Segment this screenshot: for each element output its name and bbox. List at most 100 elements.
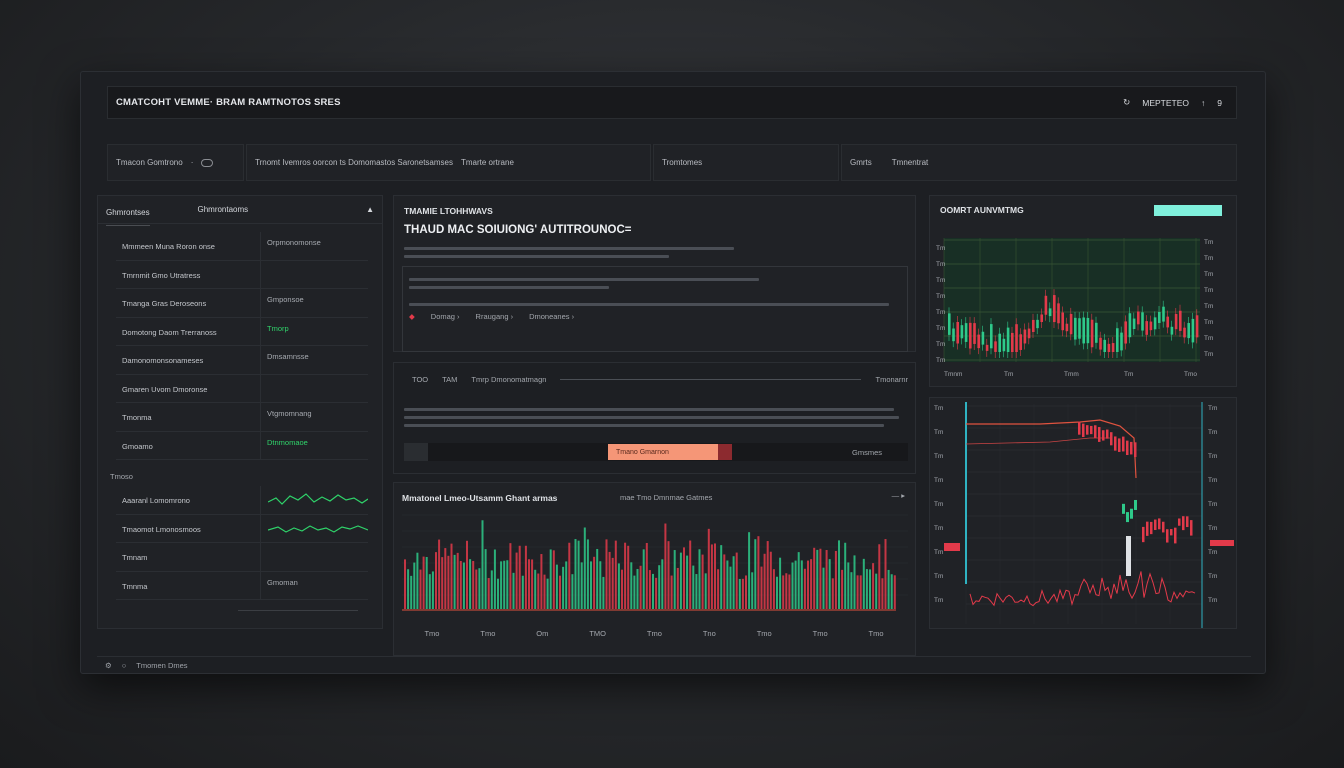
volume-bar [593,556,596,609]
candle-body [1130,508,1133,519]
list-item[interactable]: Tmnam [116,543,368,572]
up-arrow-icon[interactable]: ↑ [1201,98,1205,108]
volume-bar [537,573,540,609]
search-bar[interactable]: Tmano Gmarnon Gmsmes [404,443,908,461]
left-panel-header: Ghmrontses Ghmrontaoms ▲ [98,196,382,226]
y-tick-label: Tm [1204,335,1213,342]
collapse-icon[interactable]: ▲ [366,205,374,214]
candle-body [1095,322,1098,343]
item-value [261,375,368,403]
volume-bar [735,552,738,609]
tab-primary[interactable]: Ghmrontses [106,208,150,226]
volume-bar [803,568,806,609]
volume-bar [838,540,840,609]
volume-bar [720,545,723,609]
subnav-cell-3[interactable]: Tromtomes [653,144,839,181]
toggle-icon[interactable] [201,158,214,167]
action-link[interactable]: Dmoneanes › [529,312,574,321]
candle-body [1182,516,1185,531]
list-item[interactable]: Gmaren Uvom Dmoronse [116,374,368,403]
y-tick-label: Tm [1208,525,1217,532]
notification-count: 9 [1217,97,1222,108]
volume-bar [754,539,757,609]
volume-bar [689,540,692,609]
x-tick-label: TMO [589,629,606,638]
y-tick-label: Tm [1208,477,1217,484]
range-slider[interactable] [560,379,862,380]
highlight-chip[interactable]: Tmano Gmarnon [608,444,718,460]
user-label[interactable]: MEPTETEO [1142,98,1189,108]
volume-bar [658,565,661,609]
candle-body [1190,520,1193,536]
filter-label[interactable]: TOO [412,375,428,384]
subnav-cell-1[interactable]: Tmacon Gomtrono · [107,144,244,181]
volume-bar [794,560,797,609]
refresh-icon[interactable]: ↻ [1123,97,1130,108]
subnav-label: Tmarte ortrane [461,158,514,167]
candle-body [1040,314,1043,323]
volume-bar [568,542,571,609]
volume-bar [865,569,868,609]
live-indicator[interactable] [1154,205,1222,216]
marker [1210,540,1234,546]
tab-secondary[interactable]: Ghmrontaoms [197,205,248,214]
candle-body [981,331,985,345]
volume-bar [549,549,552,609]
candle-body [969,322,972,349]
volume-bar [828,559,831,609]
list-item[interactable]: Tmrnmit Gmo Utratress [116,260,368,289]
volume-bar [490,570,493,609]
volume-bar [422,556,425,609]
volume-bar [776,576,778,609]
list-item[interactable]: Mmmeen Muna Roron onse Orpmonomonse [116,232,368,261]
y-tick-label: Tm [1208,573,1217,580]
volume-bar [596,548,599,609]
candle-body [960,325,964,339]
list-item[interactable]: Domotong Daom Trerranoss Tmorp [116,317,368,346]
action-link[interactable]: Domag › [431,312,460,321]
x-tick-label: Tno [702,629,716,638]
candle-body [1061,312,1064,331]
item-label: Gmoamo [116,431,261,459]
list-item[interactable]: Gmoamo Dtnmomaoe [116,431,368,460]
x-tick-label: Tmnm [944,371,962,378]
breadcrumb: TMAMIE LTOHHWAVS [404,206,493,216]
y-tick-label: Tm [1208,501,1217,508]
volume-bar [887,569,890,609]
subnav-cell-4[interactable]: Gmrts Tmnentrat [841,144,1237,181]
volume-bar [841,569,844,609]
y-tick-label: Tm [1208,429,1217,436]
y-tick-label: Tm [936,245,945,252]
item-label: Tmnam [116,543,261,571]
candle-body [1057,303,1060,324]
candle-body [1120,332,1123,351]
x-axis-labels: Tmo Tmo Om TMO Tmo Tno Tmo Tmo Tmo [404,629,904,638]
settings-icon[interactable]: ⚙ [105,661,112,670]
volume-bar [797,552,800,609]
status-label: Tmomen Dmes [136,661,188,670]
volume-bar [630,562,633,609]
y-tick-label: Tm [934,453,943,460]
volume-bar [509,543,512,609]
candle-body [1126,512,1129,523]
filter-label[interactable]: Tmonarnr [875,375,908,384]
volume-bar [472,560,475,609]
subnav-cell-2[interactable]: Trnomt Ivemros oorcon ts Domomastos Saro… [246,144,651,181]
list-item[interactable]: Tmnma Gmoman [116,571,368,600]
volume-bar [800,560,803,609]
dot-icon: · [190,158,194,167]
candle-body [1166,529,1169,543]
filter-label[interactable]: TAM [442,375,457,384]
list-item[interactable]: Damonomonsonameses Dmsamnsse [116,346,368,375]
filter-label[interactable]: Tmrp Dmonomatmagn [471,375,546,384]
list-item[interactable]: Tmanga Gras Deroseons Gmponsoe [116,289,368,318]
item-label: Damonomonsonameses [116,346,261,374]
action-link[interactable]: Rraugang › [476,312,514,321]
volume-bar [692,565,695,609]
volume-bar [748,532,751,609]
chart-menu-icon[interactable]: — ▸ [892,491,905,500]
volume-bar [521,575,524,609]
y-tick-label: Tm [936,309,945,316]
status-bar: ⚙ ○ Tmomen Dmes [97,656,1251,674]
list-item[interactable]: Tmonma Vtgmomnang [116,403,368,432]
